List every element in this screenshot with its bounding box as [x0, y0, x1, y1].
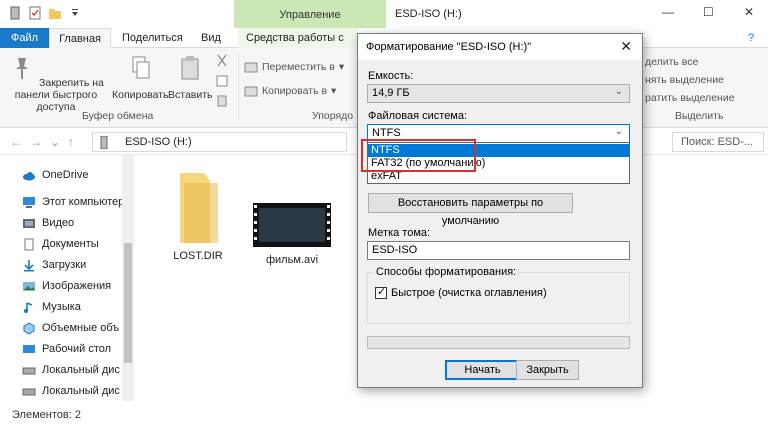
quick-format-checkbox[interactable]: Быстрое (очистка оглавления) — [375, 285, 547, 299]
paste-icon — [181, 56, 199, 80]
volume-label-label: Метка тома: — [368, 227, 431, 239]
window-title: ESD-ISO (H:) — [395, 8, 462, 20]
file-item-lost-dir[interactable]: LOST.DIR — [154, 169, 242, 262]
drive-icon[interactable] — [8, 6, 22, 20]
select-all-button[interactable]: делить все — [645, 56, 698, 68]
close-dialog-button[interactable]: Закрыть — [516, 360, 579, 380]
customize-qat-icon[interactable] — [68, 6, 82, 20]
video-folder-icon — [23, 218, 35, 228]
copy-button[interactable]: Копировать — [112, 54, 169, 101]
documents-folder-icon — [24, 238, 34, 250]
video-file-icon — [253, 203, 331, 247]
navigation-arrows[interactable]: ←→⌄↑ — [10, 135, 82, 149]
tab-drive-tools[interactable]: Средства работы с диском — [238, 28, 358, 64]
minimize-button[interactable]: — — [662, 5, 674, 19]
chevron-down-icon: ▾ — [338, 61, 345, 73]
new-folder-icon[interactable] — [48, 6, 62, 20]
invert-selection-button[interactable]: ратить выделение — [645, 92, 735, 104]
nav-item-music[interactable]: Музыка — [22, 298, 132, 316]
format-progress-bar — [367, 336, 630, 349]
downloads-folder-icon — [24, 259, 34, 271]
file-item-film-avi[interactable]: фильм.avi — [248, 203, 336, 266]
status-bar: Элементов: 2 — [0, 401, 768, 427]
nav-item-local-disk-2[interactable]: Локальный дис — [22, 382, 132, 400]
chevron-down-icon: ▾ — [331, 85, 337, 97]
organize-group-label: Упорядо — [312, 110, 354, 122]
tab-share[interactable]: Поделиться — [114, 28, 191, 48]
format-dialog: Форматирование "ESD-ISO (H:)" ✕ Емкость:… — [357, 33, 643, 388]
nav-scrollbar[interactable] — [122, 155, 134, 401]
drive-icon — [22, 388, 36, 395]
nav-item-local-disk-1[interactable]: Локальный дис — [22, 361, 132, 379]
pin-icon — [16, 58, 29, 79]
nav-item-this-pc[interactable]: Этот компьютер — [22, 193, 132, 211]
clipboard-group-label: Буфер обмена — [82, 110, 154, 122]
drive-icon — [100, 136, 108, 149]
3d-objects-folder-icon — [23, 321, 35, 335]
nav-item-desktop[interactable]: Рабочий стол — [22, 340, 132, 358]
music-folder-icon — [24, 301, 33, 313]
nav-item-pictures[interactable]: Изображения — [22, 277, 132, 295]
desktop-folder-icon — [23, 344, 35, 353]
restore-defaults-button[interactable]: Восстановить параметры по умолчанию — [368, 193, 573, 227]
dialog-title-bar: Форматирование "ESD-ISO (H:)" ✕ — [358, 34, 642, 60]
paste-button[interactable]: Вставить — [168, 54, 213, 101]
help-icon[interactable]: ? — [740, 28, 762, 48]
volume-label-input[interactable]: ESD-ISO — [367, 241, 630, 260]
start-button[interactable]: Начать — [445, 360, 520, 380]
maximize-button[interactable]: ☐ — [703, 5, 714, 19]
close-icon[interactable]: ✕ — [620, 38, 632, 55]
chevron-down-icon: ⌄ — [614, 86, 623, 97]
search-input[interactable]: Поиск: ESD-... — [672, 132, 764, 152]
paste-shortcut-icon[interactable] — [215, 94, 229, 108]
cut-icon[interactable] — [215, 54, 229, 68]
properties-icon[interactable] — [28, 6, 42, 20]
nav-item-downloads[interactable]: Загрузки — [22, 256, 132, 274]
tab-file[interactable]: Файл — [0, 28, 49, 48]
close-window-button[interactable]: ✕ — [744, 5, 754, 19]
nav-item-video[interactable]: Видео — [22, 214, 132, 232]
dialog-title: Форматирование "ESD-ISO (H:)" — [366, 41, 532, 53]
computer-icon — [23, 196, 35, 208]
checkbox-checked-icon — [375, 285, 387, 299]
folder-icon — [180, 173, 218, 243]
format-options-group: Способы форматирования: Быстрое (очистка… — [367, 266, 630, 324]
highlight-frame — [361, 139, 476, 172]
ribbon-separator — [238, 54, 239, 120]
manage-context-tab[interactable]: Управление — [234, 0, 386, 28]
move-to-button[interactable]: Переместить в ▾ — [244, 60, 344, 74]
scroll-thumb[interactable] — [124, 243, 132, 363]
cloud-icon — [23, 171, 35, 180]
copy-to-button[interactable]: Копировать в ▾ — [244, 84, 336, 98]
nav-item-documents[interactable]: Документы — [22, 235, 132, 253]
copy-to-icon — [244, 86, 258, 97]
filesystem-label: Файловая система: — [368, 110, 468, 122]
copy-path-icon[interactable] — [215, 74, 229, 88]
capacity-select[interactable]: 14,9 ГБ ⌄ — [367, 84, 630, 103]
tab-view[interactable]: Вид — [193, 28, 229, 48]
pictures-folder-icon — [23, 281, 35, 291]
address-field[interactable]: ESD-ISO (H:) — [92, 132, 347, 152]
format-options-label: Способы форматирования: — [374, 266, 519, 278]
navigation-pane: OneDrive Этот компьютер Видео Документы … — [0, 155, 134, 401]
title-bar: Управление ESD-ISO (H:) — ☐ ✕ — [0, 0, 768, 28]
capacity-label: Емкость: — [368, 70, 414, 82]
nav-item-3d-objects[interactable]: Объемные объ — [22, 319, 132, 337]
drive-icon — [22, 367, 36, 374]
copy-icon — [132, 56, 150, 79]
pin-quick-access-button[interactable]: Закрепить на панели быстрого доступа — [4, 54, 108, 113]
nav-item-onedrive[interactable]: OneDrive — [22, 166, 132, 184]
move-to-icon — [244, 62, 258, 73]
items-count: Элементов: 2 — [12, 409, 81, 421]
quick-access-toolbar — [8, 6, 82, 20]
select-group-label: Выделить — [675, 110, 724, 122]
select-none-button[interactable]: нять выделение — [645, 74, 724, 86]
tab-home[interactable]: Главная — [49, 28, 111, 48]
chevron-down-icon: ⌄ — [614, 126, 623, 137]
